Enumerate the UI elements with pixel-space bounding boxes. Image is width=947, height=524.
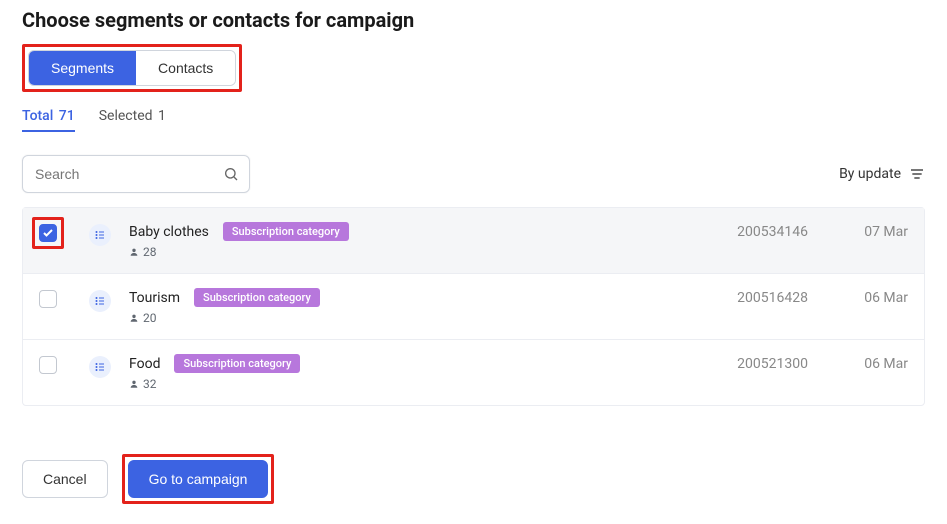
segment-id: 200516428	[648, 288, 808, 306]
row-checkbox[interactable]	[39, 356, 57, 374]
page-title: Choose segments or contacts for campaign	[22, 8, 925, 32]
segment-date: 07 Mar	[808, 222, 908, 240]
table-row[interactable]: Baby clothes Subscription category 28 20…	[23, 208, 924, 274]
segment-id: 200521300	[648, 354, 808, 372]
subscription-badge: Subscription category	[174, 354, 300, 373]
person-icon	[129, 379, 139, 389]
segment-count: 20	[143, 311, 157, 325]
mode-tab-pill: Segments Contacts	[28, 50, 236, 86]
search-box[interactable]	[22, 155, 250, 193]
count-tab-total[interactable]: Total 71	[22, 108, 75, 132]
highlight-mode-tabs: Segments Contacts	[22, 44, 242, 92]
subscription-badge: Subscription category	[194, 288, 320, 307]
sort-icon	[909, 166, 925, 182]
segment-date: 06 Mar	[808, 288, 908, 306]
segment-count: 32	[143, 377, 157, 391]
segment-icon	[89, 290, 111, 312]
subscription-badge: Subscription category	[223, 222, 349, 241]
segment-icon	[89, 224, 111, 246]
search-input[interactable]	[33, 165, 223, 183]
check-icon	[42, 227, 54, 239]
segment-name: Food	[129, 356, 160, 372]
sort-label: By update	[839, 166, 901, 182]
person-icon	[129, 313, 139, 323]
segment-id: 200534146	[648, 222, 808, 240]
tab-segments[interactable]: Segments	[29, 51, 136, 85]
tab-contacts[interactable]: Contacts	[136, 51, 235, 85]
total-label: Total	[22, 108, 53, 124]
segments-table: Baby clothes Subscription category 28 20…	[22, 207, 925, 406]
highlight-go-button: Go to campaign	[122, 454, 275, 504]
segment-count: 28	[143, 245, 157, 259]
selected-value: 1	[158, 108, 166, 124]
row-checkbox[interactable]	[39, 224, 57, 242]
cancel-button[interactable]: Cancel	[22, 460, 108, 498]
row-checkbox[interactable]	[39, 290, 57, 308]
footer-actions: Cancel Go to campaign	[22, 454, 925, 504]
total-value: 71	[59, 108, 75, 124]
segment-date: 06 Mar	[808, 354, 908, 372]
count-tab-selected[interactable]: Selected 1	[99, 108, 166, 132]
segment-name: Baby clothes	[129, 224, 209, 240]
segment-icon	[89, 356, 111, 378]
person-icon	[129, 247, 139, 257]
go-to-campaign-button[interactable]: Go to campaign	[128, 460, 269, 498]
search-icon	[223, 166, 239, 182]
table-row[interactable]: Food Subscription category 32 200521300 …	[23, 340, 924, 405]
segment-name: Tourism	[129, 290, 180, 306]
highlight-checkbox	[32, 217, 64, 249]
sort-control[interactable]: By update	[839, 166, 925, 182]
table-row[interactable]: Tourism Subscription category 20 2005164…	[23, 274, 924, 340]
count-tabs: Total 71 Selected 1	[22, 108, 925, 133]
selected-label: Selected	[99, 108, 153, 124]
